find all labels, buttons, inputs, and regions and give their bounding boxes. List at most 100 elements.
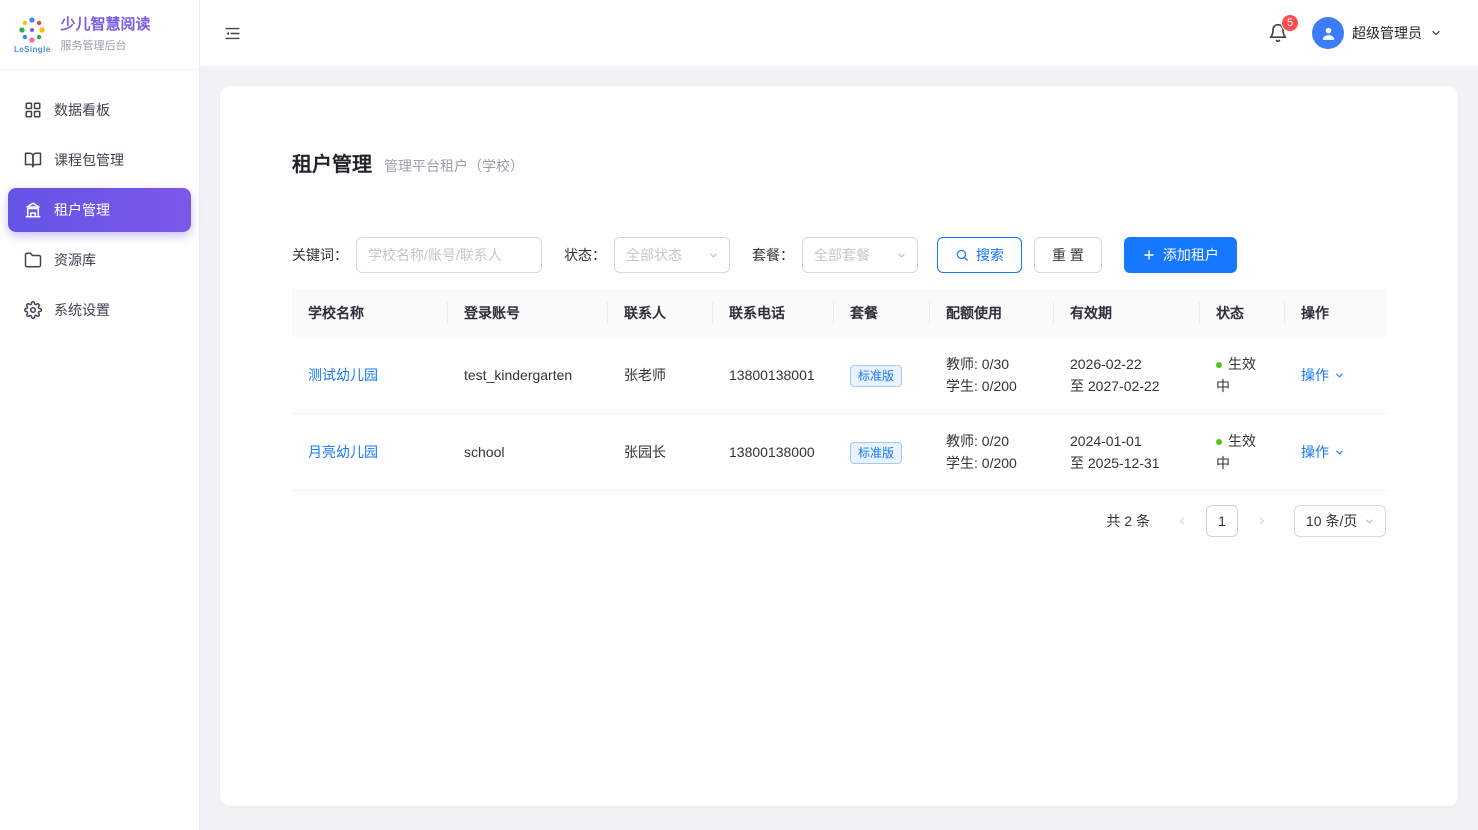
- page-subtitle: 管理平台租户（学校）: [384, 156, 524, 176]
- col-phone: 联系电话: [713, 289, 834, 337]
- col-validity: 有效期: [1054, 289, 1200, 337]
- quota-cell: 教师: 0/30 学生: 0/200: [930, 337, 1054, 414]
- status-cell: 生效中: [1200, 414, 1285, 491]
- topbar: 5 超级管理员: [200, 0, 1478, 66]
- phone-cell: 13800138000: [713, 414, 834, 491]
- school-name-link[interactable]: 月亮幼儿园: [308, 444, 378, 460]
- status-badge: 生效中: [1216, 433, 1256, 471]
- tenant-card: 租户管理 管理平台租户（学校） 关键词： 状态： 全部状态 套餐： 全部套餐: [220, 86, 1458, 806]
- topbar-right: 5 超级管理员: [1268, 17, 1442, 49]
- plan-label: 套餐：: [752, 245, 794, 265]
- notification-badge: 5: [1282, 15, 1298, 31]
- filter-bar: 关键词： 状态： 全部状态 套餐： 全部套餐 搜索: [292, 237, 1386, 273]
- reset-button[interactable]: 重 置: [1034, 237, 1102, 273]
- dashboard-grid-icon: [24, 101, 42, 119]
- chevron-down-icon: [1364, 516, 1375, 527]
- status-select[interactable]: 全部状态: [614, 237, 730, 273]
- logo-text: 少儿智慧阅读 服务管理后台: [61, 16, 151, 54]
- logo-mark: LeSingle: [14, 15, 51, 54]
- user-icon: [1320, 25, 1337, 42]
- phone-cell: 13800138001: [713, 337, 834, 414]
- table-row: 测试幼儿园 test_kindergarten 张老师 13800138001 …: [292, 337, 1387, 414]
- status-label: 状态：: [564, 245, 606, 265]
- building-icon: [24, 201, 42, 219]
- sidebar-menu: 数据看板 课程包管理 租户管理 资源库: [0, 70, 199, 350]
- page-head: 租户管理 管理平台租户（学校）: [292, 148, 1386, 177]
- book-icon: [24, 151, 42, 169]
- keyword-label: 关键词：: [292, 245, 348, 265]
- chevron-left-icon: [1176, 515, 1188, 527]
- sidebar-item-label: 数据看板: [54, 100, 110, 120]
- sidebar: LeSingle 少儿智慧阅读 服务管理后台 数据看板 课程包管理: [0, 0, 200, 830]
- sidebar-item-label: 租户管理: [54, 200, 110, 220]
- menu-fold-icon[interactable]: [224, 25, 241, 42]
- status-badge: 生效中: [1216, 356, 1256, 394]
- sidebar-item-label: 课程包管理: [54, 150, 124, 170]
- sidebar-item-course-packages[interactable]: 课程包管理: [8, 138, 191, 182]
- logo: LeSingle 少儿智慧阅读 服务管理后台: [0, 0, 199, 70]
- chevron-down-icon: [1334, 447, 1345, 458]
- sidebar-item-dashboard[interactable]: 数据看板: [8, 88, 191, 132]
- pagination-prev[interactable]: [1166, 505, 1198, 537]
- content-area: 租户管理 管理平台租户（学校） 关键词： 状态： 全部状态 套餐： 全部套餐: [200, 66, 1478, 830]
- validity-cell: 2024-01-01 至 2025-12-31: [1054, 414, 1200, 491]
- table-header-row: 学校名称 登录账号 联系人 联系电话 套餐 配额使用 有效期 状态 操作: [292, 289, 1387, 337]
- plan-select[interactable]: 全部套餐: [802, 237, 918, 273]
- status-dot: [1216, 439, 1222, 445]
- keyword-input[interactable]: [356, 237, 542, 273]
- chevron-down-icon: [708, 250, 719, 261]
- plan-tag: 标准版: [850, 442, 902, 464]
- avatar: [1312, 17, 1344, 49]
- col-status: 状态: [1200, 289, 1285, 337]
- search-button[interactable]: 搜索: [937, 237, 1022, 273]
- logo-icon: [17, 15, 47, 45]
- status-cell: 生效中: [1200, 337, 1285, 414]
- chevron-right-icon: [1256, 515, 1268, 527]
- pagination: 共 2 条 1 10 条/页: [292, 505, 1386, 537]
- plan-tag: 标准版: [850, 365, 902, 387]
- col-quota: 配额使用: [930, 289, 1054, 337]
- contact-cell: 张老师: [608, 337, 713, 414]
- main-area: 5 超级管理员: [200, 0, 1478, 830]
- plus-icon: [1142, 248, 1156, 262]
- gear-icon: [24, 301, 42, 319]
- sidebar-item-resources[interactable]: 资源库: [8, 238, 191, 282]
- row-actions-dropdown[interactable]: 操作: [1301, 441, 1345, 463]
- account-cell: test_kindergarten: [448, 337, 608, 414]
- school-name-link[interactable]: 测试幼儿园: [308, 367, 378, 383]
- row-actions-dropdown[interactable]: 操作: [1301, 364, 1345, 386]
- app-title: 少儿智慧阅读: [61, 16, 151, 35]
- pagination-page-1[interactable]: 1: [1206, 505, 1238, 537]
- logo-brand: LeSingle: [14, 46, 51, 54]
- sidebar-item-tenants[interactable]: 租户管理: [8, 188, 191, 232]
- sidebar-item-label: 资源库: [54, 250, 96, 270]
- sidebar-item-settings[interactable]: 系统设置: [8, 288, 191, 332]
- col-actions: 操作: [1285, 289, 1387, 337]
- page-size-select[interactable]: 10 条/页: [1294, 505, 1386, 537]
- status-dot: [1216, 362, 1222, 368]
- add-tenant-button[interactable]: 添加租户: [1124, 237, 1237, 273]
- col-school-name: 学校名称: [292, 289, 448, 337]
- chevron-down-icon: [1430, 27, 1442, 39]
- chevron-down-icon: [896, 250, 907, 261]
- validity-cell: 2026-02-22 至 2027-02-22: [1054, 337, 1200, 414]
- folder-icon: [24, 251, 42, 269]
- sidebar-item-label: 系统设置: [54, 300, 110, 320]
- pagination-total: 共 2 条: [1106, 511, 1150, 531]
- pagination-next[interactable]: [1246, 505, 1278, 537]
- table-row: 月亮幼儿园 school 张园长 13800138000 标准版 教师: 0/2…: [292, 414, 1387, 491]
- app-root: LeSingle 少儿智慧阅读 服务管理后台 数据看板 课程包管理: [0, 0, 1478, 830]
- tenant-table: 学校名称 登录账号 联系人 联系电话 套餐 配额使用 有效期 状态 操作: [292, 289, 1387, 491]
- app-subtitle: 服务管理后台: [61, 37, 151, 53]
- search-icon: [955, 248, 969, 262]
- col-contact: 联系人: [608, 289, 713, 337]
- chevron-down-icon: [1334, 370, 1345, 381]
- notification-bell[interactable]: 5: [1268, 23, 1288, 43]
- username-label: 超级管理员: [1352, 23, 1422, 43]
- contact-cell: 张园长: [608, 414, 713, 491]
- quota-cell: 教师: 0/20 学生: 0/200: [930, 414, 1054, 491]
- account-cell: school: [448, 414, 608, 491]
- col-plan: 套餐: [834, 289, 930, 337]
- user-menu[interactable]: 超级管理员: [1312, 17, 1442, 49]
- col-account: 登录账号: [448, 289, 608, 337]
